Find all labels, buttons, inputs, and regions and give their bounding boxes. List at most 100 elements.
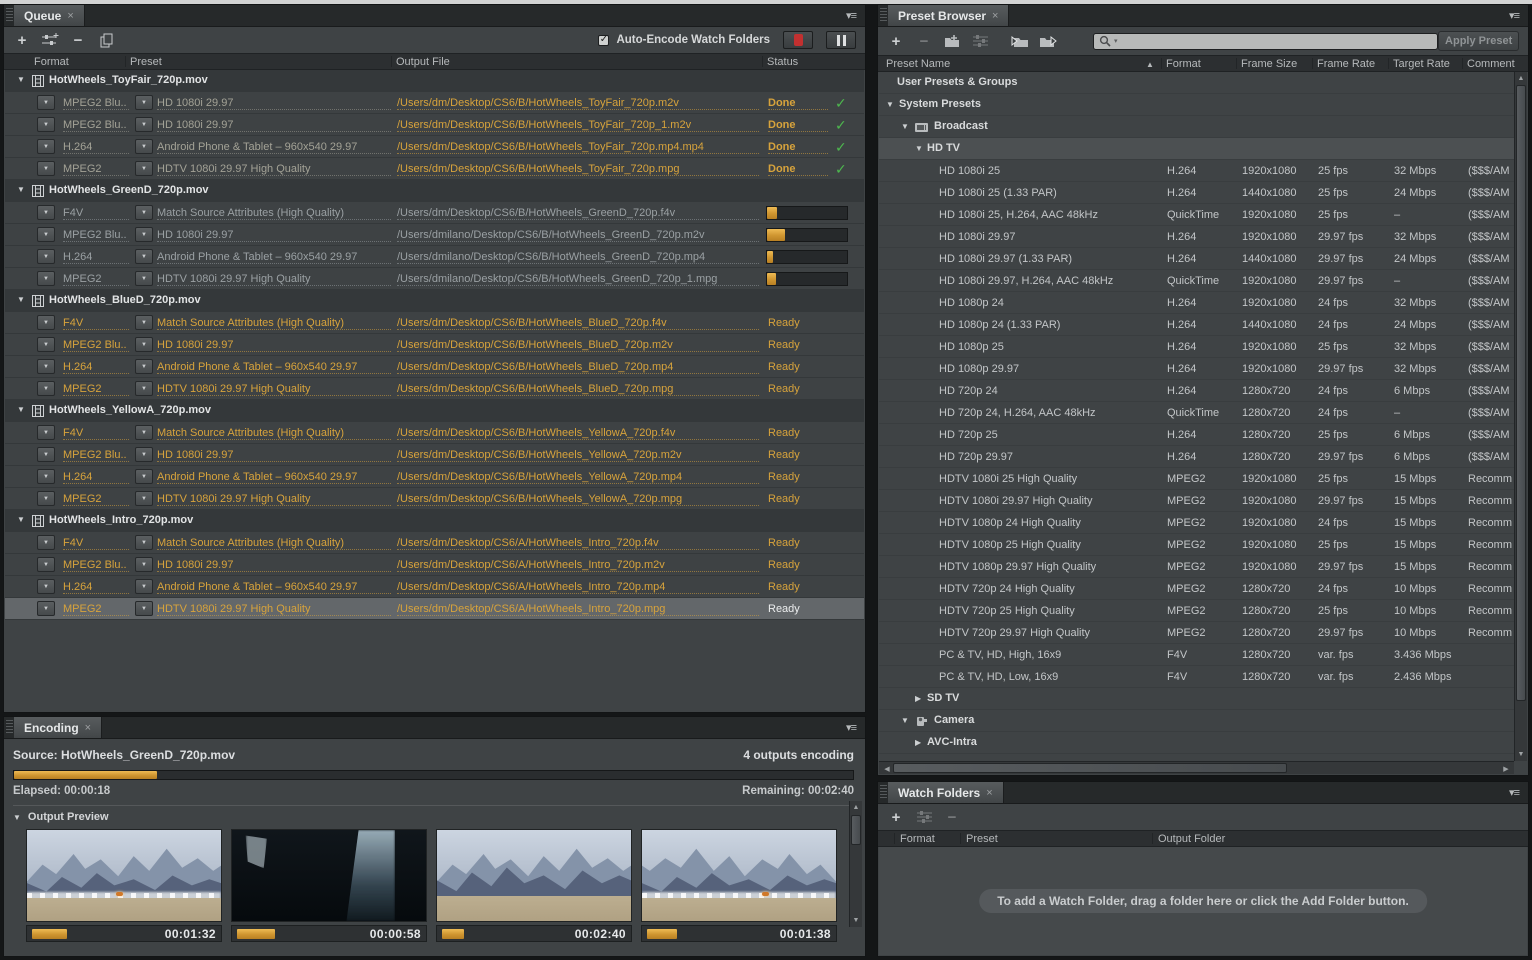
format-dropdown[interactable]: ▼ <box>37 117 55 132</box>
preset-row[interactable]: HD 720p 29.97 H.264 1280x720 29.97 fps 6… <box>879 446 1514 468</box>
format-dropdown[interactable]: ▼ <box>37 315 55 330</box>
queue-output-row[interactable]: ▼ H.264 ▼ Android Phone & Tablet – 960x5… <box>5 466 864 488</box>
output-format[interactable]: MPEG2 Blu.. <box>63 119 129 132</box>
output-format[interactable]: F4V <box>63 537 129 550</box>
output-format[interactable]: MPEG2 <box>63 383 129 396</box>
queue-output-row[interactable]: ▼ F4V ▼ Match Source Attributes (High Qu… <box>5 422 864 444</box>
delete-preset-button[interactable]: − <box>915 32 933 50</box>
queue-output-row[interactable]: ▼ MPEG2 Blu.. ▼ HD 1080i 29.97 /Users/dm… <box>5 92 864 114</box>
preset-list-h-scrollbar[interactable]: ◀ ▶ <box>879 761 1514 774</box>
tree-item-camera[interactable]: ▼ Camera <box>879 710 1514 732</box>
preset-row[interactable]: HD 1080i 25 H.264 1920x1080 25 fps 32 Mb… <box>879 160 1514 182</box>
scrollbar-thumb[interactable] <box>893 763 1287 773</box>
output-format[interactable]: H.264 <box>63 141 129 154</box>
output-preset[interactable]: HD 1080i 29.97 <box>157 229 391 242</box>
column-header-format[interactable]: Format <box>900 833 935 845</box>
column-header-status[interactable]: Status <box>767 56 798 68</box>
preset-dropdown[interactable]: ▼ <box>135 271 153 286</box>
output-file-path[interactable]: /Users/dm/Desktop/CS6/B/HotWheels_ToyFai… <box>397 97 759 110</box>
panel-menu-icon[interactable]: ▾≡ <box>1500 782 1528 803</box>
output-preset[interactable]: Android Phone & Tablet – 960x540 29.97 <box>157 581 391 594</box>
preset-search-field[interactable]: ▾ <box>1093 33 1438 50</box>
output-preset[interactable]: HDTV 1080i 29.97 High Quality <box>157 493 391 506</box>
output-file-path[interactable]: /Users/dm/Desktop/CS6/B/HotWheels_ToyFai… <box>397 163 759 176</box>
preset-dropdown[interactable]: ▼ <box>135 447 153 462</box>
add-folder-button[interactable]: + <box>887 808 905 826</box>
output-preset[interactable]: Match Source Attributes (High Quality) <box>157 537 391 550</box>
close-icon[interactable]: × <box>992 10 998 22</box>
preset-dropdown[interactable]: ▼ <box>135 337 153 352</box>
queue-output-row[interactable]: ▼ MPEG2 Blu.. ▼ HD 1080i 29.97 /Users/dm… <box>5 334 864 356</box>
preset-search-input[interactable] <box>1121 34 1433 48</box>
preset-dropdown[interactable]: ▼ <box>135 95 153 110</box>
output-file-path[interactable]: /Users/dm/Desktop/CS6/B/HotWheels_ToyFai… <box>397 141 759 154</box>
column-header-frame-rate[interactable]: Frame Rate <box>1317 58 1375 70</box>
preset-row[interactable]: HD 1080p 29.97 H.264 1920x1080 29.97 fps… <box>879 358 1514 380</box>
queue-output-row[interactable]: ▼ H.264 ▼ Android Phone & Tablet – 960x5… <box>5 136 864 158</box>
output-preset[interactable]: Android Phone & Tablet – 960x540 29.97 <box>157 471 391 484</box>
panel-menu-icon[interactable]: ▾≡ <box>837 5 865 26</box>
output-file-path[interactable]: /Users/dm/Desktop/CS6/A/HotWheels_Intro_… <box>397 537 759 550</box>
queue-output-row[interactable]: ▼ MPEG2 ▼ HDTV 1080i 29.97 High Quality … <box>5 158 864 180</box>
queue-source-row[interactable]: ▼ HotWheels_YellowA_720p.mov <box>5 400 864 422</box>
output-file-path[interactable]: /Users/dm/Desktop/CS6/B/HotWheels_BlueD_… <box>397 361 759 374</box>
output-file-path[interactable]: /Users/dm/Desktop/CS6/B/HotWheels_BlueD_… <box>397 339 759 352</box>
preset-row[interactable]: HDTV 1080i 25 High Quality MPEG2 1920x10… <box>879 468 1514 490</box>
queue-source-row[interactable]: ▼ HotWheels_GreenD_720p.mov <box>5 180 864 202</box>
queue-output-row[interactable]: ▼ MPEG2 ▼ HDTV 1080i 29.97 High Quality … <box>5 488 864 510</box>
preset-dropdown[interactable]: ▼ <box>135 535 153 550</box>
preset-dropdown[interactable]: ▼ <box>135 205 153 220</box>
output-file-path[interactable]: /Users/dm/Desktop/CS6/A/HotWheels_Intro_… <box>397 559 759 572</box>
duplicate-button[interactable] <box>97 31 115 49</box>
preset-row[interactable]: HD 1080i 29.97, H.264, AAC 48kHz QuickTi… <box>879 270 1514 292</box>
format-dropdown[interactable]: ▼ <box>37 249 55 264</box>
queue-output-row[interactable]: ▼ H.264 ▼ Android Phone & Tablet – 960x5… <box>5 576 864 598</box>
format-dropdown[interactable]: ▼ <box>37 425 55 440</box>
preset-dropdown[interactable]: ▼ <box>135 425 153 440</box>
expander-icon[interactable]: ▼ <box>17 515 25 524</box>
preset-dropdown[interactable]: ▼ <box>135 381 153 396</box>
preview-scrollbar[interactable]: ▲ ▼ <box>849 801 862 927</box>
column-header-output-folder[interactable]: Output Folder <box>1158 833 1225 845</box>
output-file-path[interactable]: /Users/dm/Desktop/CS6/B/HotWheels_ToyFai… <box>397 119 759 132</box>
tab-watch-folders[interactable]: Watch Folders × <box>888 782 1004 803</box>
panel-menu-icon[interactable]: ▾≡ <box>837 717 865 738</box>
output-format[interactable]: F4V <box>63 317 129 330</box>
queue-source-row[interactable]: ▼ HotWheels_Intro_720p.mov <box>5 510 864 532</box>
expander-icon[interactable]: ▼ <box>901 716 909 725</box>
queue-output-row[interactable]: ▼ MPEG2 Blu.. ▼ HD 1080i 29.97 /Users/dm… <box>5 224 864 246</box>
output-preset[interactable]: HD 1080i 29.97 <box>157 559 391 572</box>
output-file-path[interactable]: /Users/dm/Desktop/CS6/B/HotWheels_BlueD_… <box>397 317 759 330</box>
column-header-format[interactable]: Format <box>1166 58 1201 70</box>
expander-icon[interactable]: ▼ <box>901 122 909 131</box>
queue-output-row[interactable]: ▼ F4V ▼ Match Source Attributes (High Qu… <box>5 532 864 554</box>
close-icon[interactable]: × <box>85 722 91 734</box>
output-preset[interactable]: Match Source Attributes (High Quality) <box>157 207 391 220</box>
close-icon[interactable]: × <box>67 10 73 22</box>
preset-row[interactable]: PC & TV, HD, Low, 16x9 F4V 1280x720 var.… <box>879 666 1514 688</box>
expander-icon[interactable]: ▼ <box>886 100 894 109</box>
queue-source-row[interactable]: ▼ HotWheels_ToyFair_720p.mov <box>5 70 864 92</box>
queue-source-row[interactable]: ▼ HotWheels_BlueD_720p.mov <box>5 290 864 312</box>
output-format[interactable]: MPEG2 Blu.. <box>63 559 129 572</box>
preset-dropdown[interactable]: ▼ <box>135 557 153 572</box>
stop-queue-button[interactable] <box>783 31 813 49</box>
panel-grip[interactable] <box>880 785 887 800</box>
add-source-button[interactable]: + <box>13 31 31 49</box>
format-dropdown[interactable]: ▼ <box>37 139 55 154</box>
output-format[interactable]: H.264 <box>63 581 129 594</box>
preset-row[interactable]: HD 1080i 29.97 (1.33 PAR) H.264 1440x108… <box>879 248 1514 270</box>
preset-dropdown[interactable]: ▼ <box>135 359 153 374</box>
output-file-path[interactable]: /Users/dm/Desktop/CS6/B/HotWheels_GreenD… <box>397 207 759 220</box>
preset-dropdown[interactable]: ▼ <box>135 491 153 506</box>
output-file-path[interactable]: /Users/dm/Desktop/CS6/B/HotWheels_Yellow… <box>397 449 759 462</box>
queue-output-row[interactable]: ▼ H.264 ▼ Android Phone & Tablet – 960x5… <box>5 356 864 378</box>
tree-item-user-presets[interactable]: User Presets & Groups <box>879 72 1514 94</box>
auto-encode-checkbox[interactable]: ✓ <box>598 35 609 46</box>
expander-icon[interactable]: ▼ <box>915 144 923 153</box>
format-dropdown[interactable]: ▼ <box>37 579 55 594</box>
output-preset[interactable]: HD 1080i 29.97 <box>157 119 391 132</box>
output-format[interactable]: H.264 <box>63 251 129 264</box>
preset-row[interactable]: HD 1080p 25 H.264 1920x1080 25 fps 32 Mb… <box>879 336 1514 358</box>
preset-row[interactable]: HD 720p 24, H.264, AAC 48kHz QuickTime 1… <box>879 402 1514 424</box>
